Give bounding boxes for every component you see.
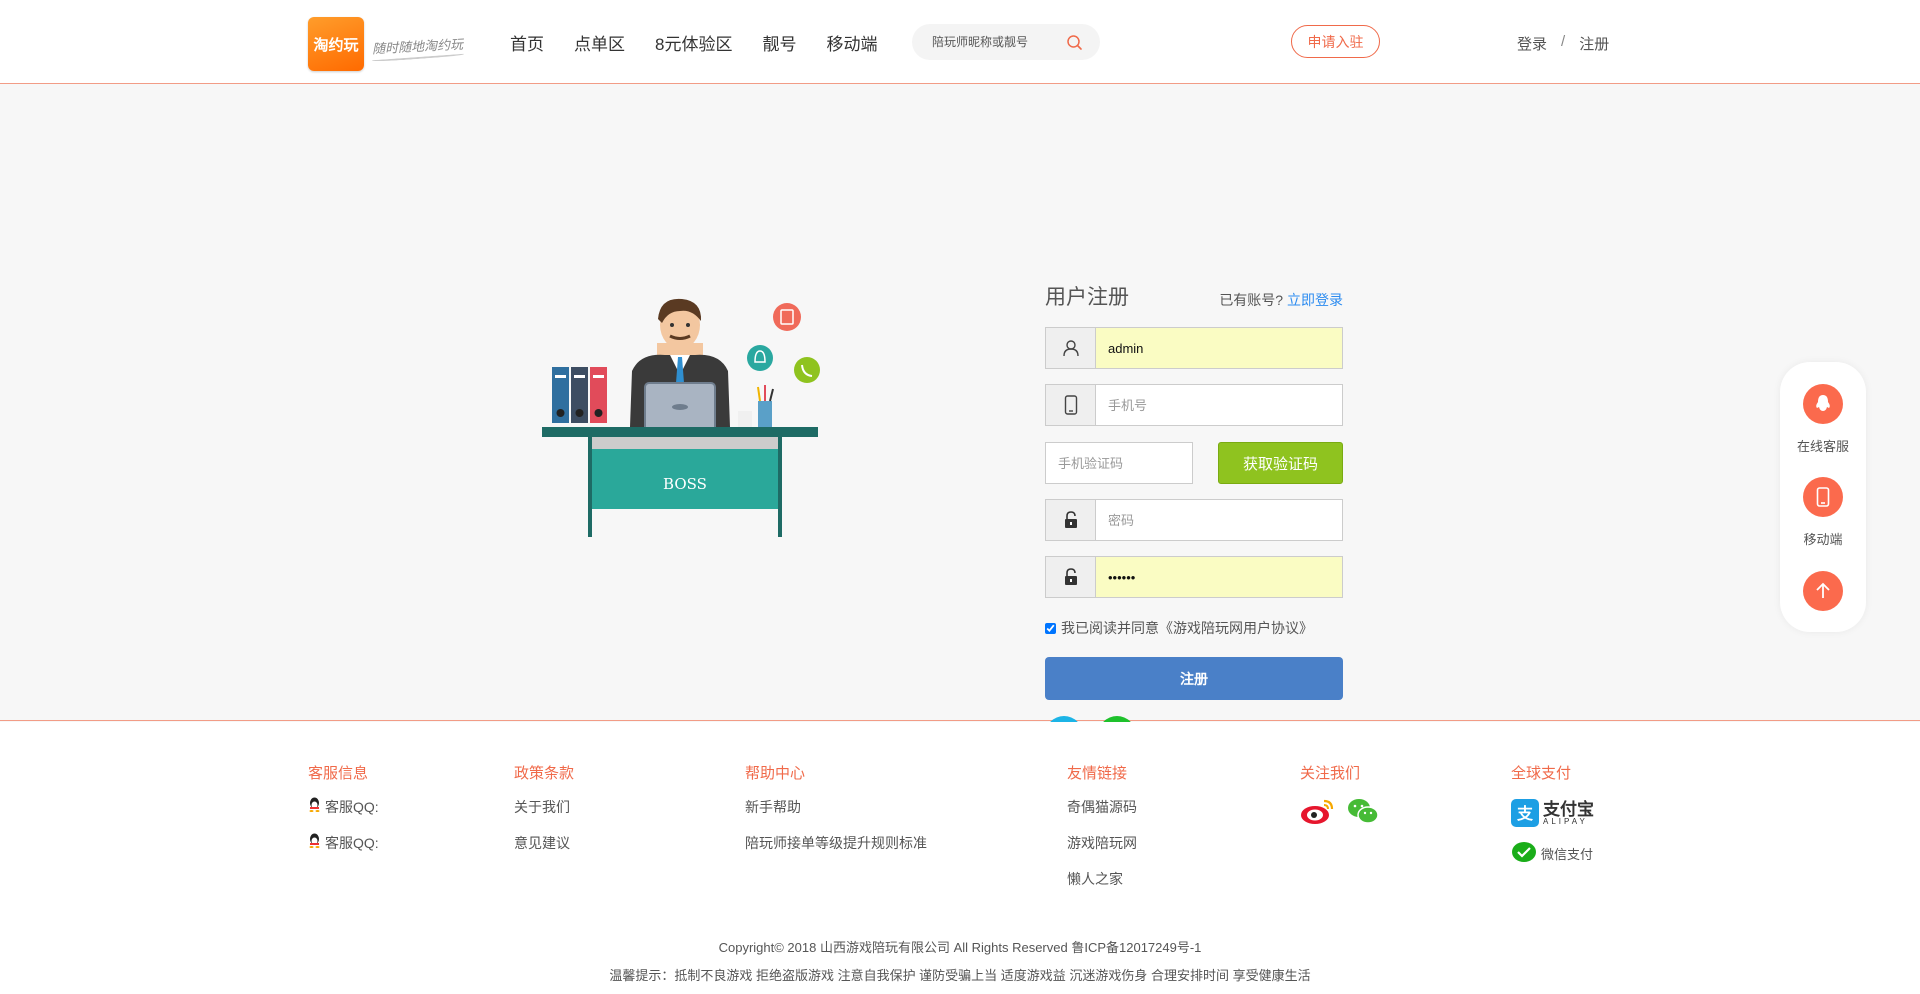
- register-link[interactable]: 注册: [1579, 33, 1609, 54]
- agreement-text[interactable]: 我已阅读并同意《游戏陪玩网用户协议》: [1061, 618, 1313, 638]
- form-title: 用户注册: [1045, 286, 1129, 309]
- alipay-icon: 支: [1511, 799, 1539, 827]
- login-link[interactable]: 登录: [1517, 33, 1547, 54]
- mobile-icon: [1803, 477, 1843, 517]
- main-nav: 首页 点单区 8元体验区 靓号 移动端: [510, 30, 877, 55]
- footer-col-title: 友情链接: [1067, 765, 1128, 782]
- float-item-online-service[interactable]: 在线客服: [1780, 384, 1866, 455]
- float-item-mobile[interactable]: 移动端: [1780, 477, 1866, 548]
- confirm-password-field-group: [1045, 556, 1343, 598]
- lock-icon: [1046, 557, 1096, 597]
- footer-link-newbie-help[interactable]: 新手帮助: [745, 797, 927, 833]
- nav-item-trial-area[interactable]: 8元体验区: [655, 30, 732, 55]
- arrow-up-icon: [1803, 571, 1843, 611]
- float-label: 移动端: [1803, 532, 1843, 547]
- site-header: 淘约玩 随时随地淘约玩 首页 点单区 8元体验区 靓号 移动端 申请入驻 登录 …: [0, 0, 1920, 84]
- footer-col-follow: 关注我们: [1300, 762, 1380, 825]
- nav-item-mobile[interactable]: 移动端: [826, 30, 877, 55]
- nav-item-order-area[interactable]: 点单区: [574, 30, 625, 55]
- username-input[interactable]: [1096, 328, 1342, 368]
- floating-sidebar: 在线客服 移动端: [1780, 362, 1866, 632]
- footer-link-feedback[interactable]: 意见建议: [514, 833, 574, 869]
- footer-col-title: 全球支付: [1511, 765, 1572, 782]
- footer-col-title: 帮助中心: [745, 765, 806, 782]
- phone-field-group: [1045, 384, 1343, 426]
- login-now-link[interactable]: 立即登录: [1287, 292, 1343, 308]
- confirm-password-input[interactable]: [1096, 557, 1342, 597]
- nav-item-home[interactable]: 首页: [510, 30, 544, 55]
- wechat-pay-logo: 微信支付: [1511, 841, 1594, 865]
- username-field-group: [1045, 327, 1343, 369]
- lock-icon: [1046, 500, 1096, 540]
- sms-code-input[interactable]: [1046, 443, 1192, 483]
- has-account-text: 已有账号?: [1219, 292, 1284, 308]
- footer-link-friend-1[interactable]: 奇偶猫源码: [1067, 797, 1137, 833]
- alipay-en: ALIPAY: [1543, 816, 1588, 826]
- desk-label: BOSS: [663, 475, 707, 493]
- footer-service-qq-1[interactable]: 客服QQ:: [308, 797, 379, 833]
- nav-item-pretty-number[interactable]: 靓号: [762, 30, 796, 55]
- footer-col-payment: 全球支付 支 支付宝 ALIPAY 微信支付: [1511, 762, 1594, 865]
- footer-link-friend-3[interactable]: 懒人之家: [1067, 869, 1137, 905]
- auth-separator: /: [1561, 33, 1566, 50]
- user-icon: [1046, 328, 1096, 368]
- footer-service-qq-2[interactable]: 客服QQ:: [308, 833, 379, 869]
- phone-input[interactable]: [1096, 385, 1342, 425]
- float-label: 在线客服: [1796, 439, 1849, 454]
- footer-col-policy: 政策条款 关于我们 意见建议: [514, 762, 574, 869]
- footer-col-help: 帮助中心 新手帮助 陪玩师接单等级提升规则标准: [745, 762, 927, 869]
- site-logo[interactable]: 淘约玩: [308, 17, 364, 71]
- alipay-name: 支付宝: [1543, 799, 1594, 819]
- health-tips-text: 温馨提示：抵制不良游戏 拒绝盗版游戏 注意自我保护 谨防受骗上当 适度游戏益 沉…: [609, 968, 1311, 983]
- wechat-pay-icon: [1512, 842, 1536, 862]
- footer-link-about[interactable]: 关于我们: [514, 797, 574, 833]
- boss-desk-illustration: BOSS: [542, 298, 820, 537]
- qq-penguin-icon: [309, 833, 320, 848]
- password-input[interactable]: [1096, 500, 1342, 540]
- footer-col-service: 客服信息 客服QQ: 客服QQ:: [308, 762, 379, 869]
- search-input[interactable]: [932, 33, 1052, 51]
- password-field-group: [1045, 499, 1343, 541]
- back-to-top-button[interactable]: [1780, 571, 1866, 611]
- register-submit-button[interactable]: 注册: [1045, 657, 1343, 700]
- mobile-icon: [1046, 385, 1096, 425]
- footer-link-text: 客服QQ:: [325, 799, 379, 815]
- qq-icon: [1803, 384, 1843, 424]
- svg-text:支: 支: [1516, 804, 1534, 823]
- footer-col-title: 政策条款: [514, 765, 575, 782]
- wechat-pay-label: 微信支付: [1541, 846, 1594, 862]
- footer-link-text: 客服QQ:: [325, 835, 379, 851]
- apply-join-button[interactable]: 申请入驻: [1291, 25, 1380, 58]
- search-box: [912, 24, 1100, 60]
- footer-col-friend-links: 友情链接 奇偶猫源码 游戏陪玩网 懒人之家: [1067, 762, 1137, 905]
- agreement-row: 我已阅读并同意《游戏陪玩网用户协议》: [1045, 618, 1313, 638]
- qq-penguin-icon: [309, 797, 320, 812]
- footer-col-title: 关注我们: [1300, 765, 1361, 782]
- logo-text: 淘约玩: [313, 36, 359, 54]
- weibo-icon[interactable]: [1300, 797, 1336, 825]
- copyright-text: Copyright© 2018 山西游戏陪玩有限公司 All Rights Re…: [718, 940, 1202, 955]
- search-icon[interactable]: [1066, 34, 1083, 51]
- has-account-prompt: 已有账号? 立即登录: [1219, 290, 1343, 310]
- footer-link-friend-2[interactable]: 游戏陪玩网: [1067, 833, 1137, 869]
- sms-code-field-group: [1045, 442, 1193, 484]
- footer-link-level-rules[interactable]: 陪玩师接单等级提升规则标准: [745, 833, 927, 869]
- site-footer: 客服信息 客服QQ: 客服QQ: 政策条款 关于我们 意见建议 帮助中心 新手帮…: [0, 722, 1920, 994]
- alipay-logo: 支 支付宝 ALIPAY: [1511, 797, 1594, 829]
- get-code-button[interactable]: 获取验证码: [1218, 442, 1343, 484]
- auth-links: 登录 / 注册: [1517, 33, 1609, 54]
- register-section: BOSS 用户注册 已有账号? 立即登录 获取验证: [0, 85, 1920, 754]
- wechat-icon[interactable]: [1346, 797, 1380, 825]
- agree-checkbox[interactable]: [1045, 622, 1056, 634]
- footer-col-title: 客服信息: [308, 765, 369, 782]
